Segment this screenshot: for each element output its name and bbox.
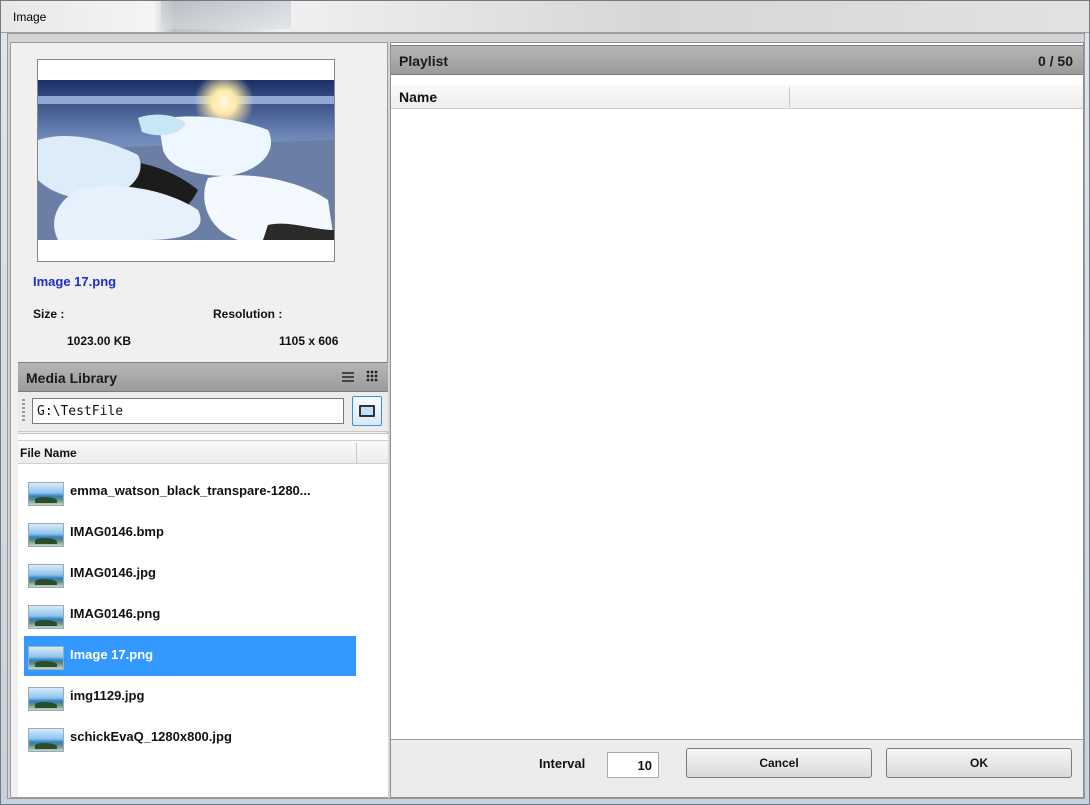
file-item-name: IMAG0146.png: [70, 606, 161, 621]
image-thumbnail-icon: [28, 646, 64, 670]
dialog-footer: Interval Cancel OK: [391, 739, 1083, 797]
preview-image: [38, 80, 334, 240]
file-list-item[interactable]: IMAG0146.png: [24, 595, 356, 635]
image-preview: [37, 59, 335, 262]
playlist-title: Playlist: [399, 53, 449, 69]
file-list-panel: File Name emma_watson_black_transpare-12…: [18, 433, 388, 797]
playlist-list[interactable]: [391, 109, 1083, 737]
image-thumbnail-icon: [28, 605, 64, 629]
playlist-header: Playlist 0 / 50: [391, 45, 1083, 75]
file-list-item[interactable]: IMAG0146.jpg: [24, 554, 356, 594]
file-list-item[interactable]: emma_watson_black_transpare-1280...: [24, 472, 356, 512]
file-name-column-label: File Name: [20, 446, 77, 460]
image-thumbnail-icon: [28, 523, 64, 547]
media-library-title: Media Library: [26, 370, 118, 386]
view-mode-toggle: [342, 370, 378, 382]
file-list-item[interactable]: img1129.jpg: [24, 677, 356, 717]
column-separator[interactable]: [789, 87, 790, 107]
playlist-panel: Playlist 0 / 50 Name Interval Cancel OK: [390, 42, 1084, 798]
file-list-item[interactable]: schickEvaQ_1280x800.jpg: [24, 718, 356, 758]
size-value: 1023.00 KB: [67, 334, 132, 348]
name-column-label: Name: [399, 89, 438, 105]
playlist-column-header[interactable]: Name: [391, 85, 1083, 109]
media-library-header: Media Library: [18, 362, 388, 392]
title-bar[interactable]: Image: [1, 1, 1089, 33]
interval-label: Interval: [539, 756, 586, 771]
background-window-ghost: [161, 1, 291, 29]
window-title: Image: [13, 10, 47, 24]
image-thumbnail-icon: [28, 564, 64, 588]
folder-path-input[interactable]: [32, 398, 344, 424]
ok-button[interactable]: OK: [886, 748, 1072, 778]
resolution-label: Resolution :: [213, 307, 283, 321]
image-thumbnail-icon: [28, 728, 64, 752]
file-item-name: Image 17.png: [70, 647, 154, 662]
browse-folder-button[interactable]: [352, 396, 382, 426]
image-thumbnail-icon: [28, 687, 64, 711]
cancel-button[interactable]: Cancel: [686, 748, 872, 778]
preview-file-name: Image 17.png: [33, 274, 117, 289]
list-view-icon[interactable]: [342, 372, 354, 382]
file-list-column-header[interactable]: File Name: [18, 440, 388, 464]
file-list-item[interactable]: IMAG0146.bmp: [24, 513, 356, 553]
film-icon: [359, 405, 375, 417]
grid-view-icon[interactable]: [366, 370, 378, 382]
size-label: Size :: [33, 307, 65, 321]
interval-input[interactable]: [607, 752, 659, 778]
path-toolbar: [18, 392, 388, 432]
resolution-value: 1105 x 606: [279, 334, 339, 348]
file-item-name: schickEvaQ_1280x800.jpg: [70, 729, 232, 744]
file-item-name: img1129.jpg: [70, 688, 145, 703]
file-list-item-selected[interactable]: Image 17.png: [24, 636, 356, 676]
file-item-name: IMAG0146.bmp: [70, 524, 164, 539]
column-separator[interactable]: [356, 443, 357, 463]
toolbar-grip[interactable]: [22, 399, 25, 423]
playlist-count: 0 / 50: [1037, 53, 1073, 69]
image-thumbnail-icon: [28, 482, 64, 506]
file-item-name: emma_watson_black_transpare-1280...: [70, 483, 311, 498]
file-item-name: IMAG0146.jpg: [70, 565, 156, 580]
